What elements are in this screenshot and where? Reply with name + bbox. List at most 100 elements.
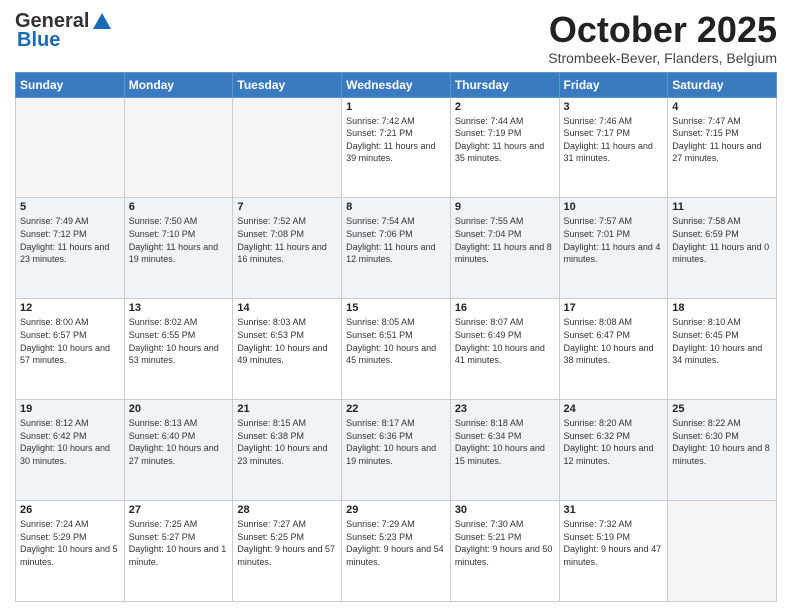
- calendar-cell: 10 Sunrise: 7:57 AMSunset: 7:01 PMDayligh…: [559, 198, 668, 299]
- calendar-cell: 27 Sunrise: 7:25 AMSunset: 5:27 PMDayligh…: [124, 501, 233, 602]
- calendar-header-row: SundayMondayTuesdayWednesdayThursdayFrid…: [16, 72, 777, 97]
- day-number: 11: [672, 201, 772, 213]
- week-row-4: 26 Sunrise: 7:24 AMSunset: 5:29 PMDayligh…: [16, 501, 777, 602]
- day-number: 5: [20, 201, 120, 213]
- day-info: Sunrise: 7:58 AMSunset: 6:59 PMDaylight:…: [672, 215, 772, 265]
- calendar-cell: 14Sunrise: 8:03 AMSunset: 6:53 PMDayligh…: [233, 299, 342, 400]
- day-number: 31: [564, 504, 664, 516]
- day-info: Sunrise: 7:24 AMSunset: 5:29 PMDaylight:…: [20, 518, 120, 568]
- day-info: Sunrise: 7:29 AMSunset: 5:23 PMDaylight:…: [346, 518, 446, 568]
- col-header-wednesday: Wednesday: [342, 72, 451, 97]
- page: General Blue October 2025 Strombeek-Beve…: [0, 0, 792, 612]
- day-number: 22: [346, 403, 446, 415]
- calendar-cell: 24 Sunrise: 8:20 AMSunset: 6:32 PMDayligh…: [559, 400, 668, 501]
- day-info: Sunrise: 8:00 AMSunset: 6:57 PMDaylight:…: [20, 316, 120, 366]
- calendar-cell: 29 Sunrise: 7:29 AMSunset: 5:23 PMDayligh…: [342, 501, 451, 602]
- day-info: Sunrise: 7:44 AMSunset: 7:19 PMDaylight:…: [455, 115, 555, 165]
- day-info: Sunrise: 7:49 AMSunset: 7:12 PMDaylight:…: [20, 215, 120, 265]
- calendar-cell: 20 Sunrise: 8:13 AMSunset: 6:40 PMDayligh…: [124, 400, 233, 501]
- day-info: Sunrise: 8:07 AMSunset: 6:49 PMDaylight:…: [455, 316, 555, 366]
- calendar-cell: 2 Sunrise: 7:44 AMSunset: 7:19 PMDaylight…: [450, 97, 559, 198]
- day-number: 3: [564, 101, 664, 113]
- day-number: 2: [455, 101, 555, 113]
- day-info: Sunrise: 7:54 AMSunset: 7:06 PMDaylight:…: [346, 215, 446, 265]
- calendar-cell: 15Sunrise: 8:05 AMSunset: 6:51 PMDayligh…: [342, 299, 451, 400]
- day-number: 10: [564, 201, 664, 213]
- calendar-cell: 21 Sunrise: 8:15 AMSunset: 6:38 PMDayligh…: [233, 400, 342, 501]
- calendar-cell: 26 Sunrise: 7:24 AMSunset: 5:29 PMDayligh…: [16, 501, 125, 602]
- day-info: Sunrise: 8:20 AMSunset: 6:32 PMDaylight:…: [564, 417, 664, 467]
- calendar-cell: 11 Sunrise: 7:58 AMSunset: 6:59 PMDayligh…: [668, 198, 777, 299]
- calendar-cell: [668, 501, 777, 602]
- calendar-cell: 25 Sunrise: 8:22 AMSunset: 6:30 PMDayligh…: [668, 400, 777, 501]
- day-number: 29: [346, 504, 446, 516]
- title-block: October 2025 Strombeek-Bever, Flanders, …: [548, 10, 777, 66]
- calendar-cell: 8Sunrise: 7:54 AMSunset: 7:06 PMDaylight…: [342, 198, 451, 299]
- day-number: 23: [455, 403, 555, 415]
- col-header-saturday: Saturday: [668, 72, 777, 97]
- day-info: Sunrise: 8:10 AMSunset: 6:45 PMDaylight:…: [672, 316, 772, 366]
- col-header-thursday: Thursday: [450, 72, 559, 97]
- calendar-cell: 23 Sunrise: 8:18 AMSunset: 6:34 PMDayligh…: [450, 400, 559, 501]
- day-info: Sunrise: 7:52 AMSunset: 7:08 PMDaylight:…: [237, 215, 337, 265]
- week-row-3: 19 Sunrise: 8:12 AMSunset: 6:42 PMDayligh…: [16, 400, 777, 501]
- day-number: 19: [20, 403, 120, 415]
- day-info: Sunrise: 8:13 AMSunset: 6:40 PMDaylight:…: [129, 417, 229, 467]
- logo-blue-text: Blue: [17, 29, 60, 52]
- calendar-cell: 16Sunrise: 8:07 AMSunset: 6:49 PMDayligh…: [450, 299, 559, 400]
- calendar-cell: 18 Sunrise: 8:10 AMSunset: 6:45 PMDayligh…: [668, 299, 777, 400]
- calendar-cell: 5 Sunrise: 7:49 AMSunset: 7:12 PMDaylight…: [16, 198, 125, 299]
- day-info: Sunrise: 7:47 AMSunset: 7:15 PMDaylight:…: [672, 115, 772, 165]
- day-number: 30: [455, 504, 555, 516]
- day-info: Sunrise: 7:25 AMSunset: 5:27 PMDaylight:…: [129, 518, 229, 568]
- day-number: 6: [129, 201, 229, 213]
- location: Strombeek-Bever, Flanders, Belgium: [548, 50, 777, 66]
- day-info: Sunrise: 7:50 AMSunset: 7:10 PMDaylight:…: [129, 215, 229, 265]
- calendar-cell: 9 Sunrise: 7:55 AMSunset: 7:04 PMDaylight…: [450, 198, 559, 299]
- calendar-cell: 13Sunrise: 8:02 AMSunset: 6:55 PMDayligh…: [124, 299, 233, 400]
- day-info: Sunrise: 8:15 AMSunset: 6:38 PMDaylight:…: [237, 417, 337, 467]
- calendar-cell: 19 Sunrise: 8:12 AMSunset: 6:42 PMDayligh…: [16, 400, 125, 501]
- day-number: 15: [346, 302, 446, 314]
- calendar-cell: [124, 97, 233, 198]
- calendar-cell: 17Sunrise: 8:08 AMSunset: 6:47 PMDayligh…: [559, 299, 668, 400]
- day-number: 9: [455, 201, 555, 213]
- day-number: 7: [237, 201, 337, 213]
- calendar-cell: 22 Sunrise: 8:17 AMSunset: 6:36 PMDayligh…: [342, 400, 451, 501]
- day-info: Sunrise: 8:17 AMSunset: 6:36 PMDaylight:…: [346, 417, 446, 467]
- day-number: 27: [129, 504, 229, 516]
- day-number: 20: [129, 403, 229, 415]
- day-info: Sunrise: 7:30 AMSunset: 5:21 PMDaylight:…: [455, 518, 555, 568]
- week-row-0: 1Sunrise: 7:42 AMSunset: 7:21 PMDaylight…: [16, 97, 777, 198]
- day-number: 21: [237, 403, 337, 415]
- day-info: Sunrise: 8:03 AMSunset: 6:53 PMDaylight:…: [237, 316, 337, 366]
- day-number: 25: [672, 403, 772, 415]
- week-row-2: 12 Sunrise: 8:00 AMSunset: 6:57 PMDayligh…: [16, 299, 777, 400]
- day-info: Sunrise: 8:02 AMSunset: 6:55 PMDaylight:…: [129, 316, 229, 366]
- calendar-table: SundayMondayTuesdayWednesdayThursdayFrid…: [15, 72, 777, 602]
- week-row-1: 5 Sunrise: 7:49 AMSunset: 7:12 PMDaylight…: [16, 198, 777, 299]
- day-info: Sunrise: 7:55 AMSunset: 7:04 PMDaylight:…: [455, 215, 555, 265]
- day-number: 12: [20, 302, 120, 314]
- day-info: Sunrise: 7:42 AMSunset: 7:21 PMDaylight:…: [346, 115, 446, 165]
- col-header-sunday: Sunday: [16, 72, 125, 97]
- day-number: 28: [237, 504, 337, 516]
- day-info: Sunrise: 8:22 AMSunset: 6:30 PMDaylight:…: [672, 417, 772, 467]
- calendar-cell: 7 Sunrise: 7:52 AMSunset: 7:08 PMDaylight…: [233, 198, 342, 299]
- day-info: Sunrise: 8:12 AMSunset: 6:42 PMDaylight:…: [20, 417, 120, 467]
- calendar-cell: 28Sunrise: 7:27 AMSunset: 5:25 PMDayligh…: [233, 501, 342, 602]
- calendar-cell: 12 Sunrise: 8:00 AMSunset: 6:57 PMDayligh…: [16, 299, 125, 400]
- day-number: 18: [672, 302, 772, 314]
- day-info: Sunrise: 7:57 AMSunset: 7:01 PMDaylight:…: [564, 215, 664, 265]
- calendar-cell: [233, 97, 342, 198]
- day-info: Sunrise: 7:46 AMSunset: 7:17 PMDaylight:…: [564, 115, 664, 165]
- calendar-cell: 30 Sunrise: 7:30 AMSunset: 5:21 PMDayligh…: [450, 501, 559, 602]
- day-info: Sunrise: 8:08 AMSunset: 6:47 PMDaylight:…: [564, 316, 664, 366]
- day-info: Sunrise: 8:18 AMSunset: 6:34 PMDaylight:…: [455, 417, 555, 467]
- day-number: 26: [20, 504, 120, 516]
- month-title: October 2025: [548, 10, 777, 50]
- day-info: Sunrise: 7:32 AMSunset: 5:19 PMDaylight:…: [564, 518, 664, 568]
- day-number: 24: [564, 403, 664, 415]
- calendar-cell: 4Sunrise: 7:47 AMSunset: 7:15 PMDaylight…: [668, 97, 777, 198]
- calendar-cell: [16, 97, 125, 198]
